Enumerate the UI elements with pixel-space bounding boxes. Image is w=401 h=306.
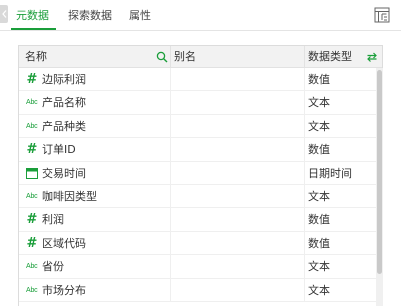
field-name: 利润: [42, 213, 64, 227]
field-settings-icon[interactable]: [374, 7, 390, 23]
table-row[interactable]: # 边际利润 数值: [19, 68, 382, 92]
text-icon: Abc: [26, 263, 38, 271]
column-divider: [304, 46, 305, 68]
field-data-type[interactable]: 数值: [308, 237, 330, 251]
field-data-type[interactable]: 数值: [308, 143, 330, 157]
table-header: 名称 别名 数据类型: [19, 46, 382, 68]
text-icon: Abc: [26, 286, 38, 294]
text-icon: Abc: [26, 122, 38, 130]
table-row[interactable]: 交易时间 日期时间: [19, 161, 382, 185]
field-name: 区域代码: [42, 236, 86, 250]
table-row[interactable]: Abc 产品种类 文本: [19, 114, 382, 139]
field-name: 边际利润: [42, 73, 86, 86]
field-name: 省份: [42, 260, 64, 274]
table-row[interactable]: Abc 省份 文本: [19, 255, 382, 279]
field-data-type[interactable]: 文本: [308, 190, 330, 204]
scrollbar-thumb[interactable]: [377, 70, 382, 274]
tab-explore-data[interactable]: 探索数据: [68, 9, 112, 23]
column-header-data-type[interactable]: 数据类型: [308, 50, 352, 64]
column-header-alias[interactable]: 别名: [174, 50, 196, 64]
refresh-icon[interactable]: [366, 51, 378, 63]
field-data-type[interactable]: 文本: [308, 120, 330, 134]
date-icon: [26, 167, 38, 180]
field-data-type[interactable]: 日期时间: [308, 167, 352, 181]
chevron-left-icon: [1, 10, 6, 18]
field-name: 交易时间: [42, 166, 86, 180]
field-name: 订单ID: [42, 143, 76, 157]
table-row[interactable]: # 利润 数值: [19, 208, 382, 232]
field-name: 市场分布: [42, 283, 86, 297]
vertical-scrollbar[interactable]: [376, 68, 383, 306]
field-data-type[interactable]: 数值: [308, 73, 330, 87]
tab-properties[interactable]: 属性: [129, 9, 151, 23]
number-icon: #: [26, 142, 38, 158]
field-data-type[interactable]: 数值: [308, 213, 330, 227]
column-divider: [170, 46, 171, 68]
column-header-name[interactable]: 名称: [25, 50, 47, 64]
tab-metadata[interactable]: 元数据: [16, 9, 49, 23]
number-icon: #: [26, 235, 38, 251]
field-table: 名称 别名 数据类型 # 边际利润 数值 Abc 产品名称 文本 Abc 产品种…: [18, 45, 383, 306]
field-data-type[interactable]: 文本: [308, 260, 330, 274]
field-name: 咖啡因类型: [42, 189, 97, 203]
text-icon: Abc: [26, 99, 38, 107]
table-row[interactable]: Abc 市场分布 文本: [19, 278, 382, 302]
table-row[interactable]: Abc 咖啡因类型 文本: [19, 184, 382, 209]
field-name: 产品种类: [42, 119, 86, 133]
number-icon: #: [26, 212, 38, 228]
table-body: # 边际利润 数值 Abc 产品名称 文本 Abc 产品种类 文本 # 订单ID…: [19, 68, 382, 302]
field-name: 产品名称: [42, 96, 86, 110]
text-icon: Abc: [26, 192, 38, 200]
number-icon: #: [26, 72, 38, 87]
table-row[interactable]: # 区域代码 数值: [19, 231, 382, 256]
field-data-type[interactable]: 文本: [308, 96, 330, 110]
table-row[interactable]: Abc 产品名称 文本: [19, 91, 382, 115]
active-tab-indicator: [11, 28, 56, 30]
tab-bar: 元数据 探索数据 属性: [0, 0, 401, 31]
search-icon[interactable]: [156, 51, 168, 63]
table-row[interactable]: # 订单ID 数值: [19, 138, 382, 162]
collapse-panel-button[interactable]: [0, 5, 8, 23]
field-data-type[interactable]: 文本: [308, 284, 330, 298]
